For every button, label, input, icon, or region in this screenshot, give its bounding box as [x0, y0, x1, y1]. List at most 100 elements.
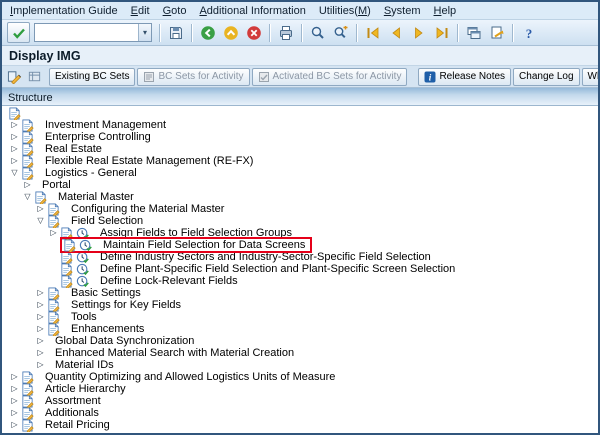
help-button[interactable]: ?: [518, 22, 539, 43]
tree-node-label[interactable]: Investment Management: [43, 119, 168, 131]
menu-help[interactable]: Help: [434, 5, 457, 17]
collapse-arrow-icon[interactable]: ▽: [34, 215, 47, 227]
expand-arrow-icon[interactable]: ▷: [34, 287, 47, 299]
tree-node-label[interactable]: Field Selection: [69, 215, 145, 227]
expand-arrow-icon[interactable]: ▷: [34, 299, 47, 311]
previous-page-button[interactable]: [385, 22, 406, 43]
tree-node[interactable]: Define Plant-Specific Field Selection an…: [2, 263, 598, 276]
expand-arrow-icon[interactable]: ▷: [8, 419, 21, 431]
tree-node-label[interactable]: Maintain Field Selection for Data Screen…: [101, 239, 307, 251]
tree-node[interactable]: ▷ Assortment: [2, 395, 598, 408]
tree-node-label[interactable]: Material IDs: [53, 359, 116, 371]
expand-arrow-icon[interactable]: ▷: [8, 155, 21, 167]
tree-node[interactable]: ▷ Global Data Synchronization: [2, 335, 598, 347]
next-page-button[interactable]: [408, 22, 429, 43]
tree-node[interactable]: ▷ Tools: [2, 311, 598, 324]
menu-utilities-m[interactable]: Utilities(M): [319, 5, 371, 17]
tree-node[interactable]: ▽ Field Selection: [2, 215, 598, 228]
document-icon[interactable]: [63, 239, 79, 252]
new-session-button[interactable]: [463, 22, 484, 43]
tree-node[interactable]: ▽ Logistics - General: [2, 167, 598, 180]
collapse-arrow-icon[interactable]: ▽: [21, 191, 34, 203]
create-shortcut-button[interactable]: [486, 22, 507, 43]
tree-root-row[interactable]: [2, 107, 598, 120]
expand-arrow-icon[interactable]: ▷: [34, 323, 47, 335]
tree-node[interactable]: ▷ Flexible Real Estate Management (RE-FX): [2, 155, 598, 168]
tree-node-label[interactable]: Logistics - General: [43, 167, 139, 179]
collapse-arrow-icon[interactable]: ▽: [8, 167, 21, 179]
tree-node[interactable]: ▷ Article Hierarchy: [2, 383, 598, 396]
tree-node-label[interactable]: Real Estate: [43, 143, 104, 155]
release-notes-button[interactable]: i Release Notes: [418, 67, 512, 86]
tree-node[interactable]: ▷ Enterprise Controlling: [2, 131, 598, 144]
document-pencil-icon[interactable]: [6, 68, 23, 85]
tree-node-label[interactable]: Define Plant-Specific Field Selection an…: [98, 263, 457, 275]
command-input[interactable]: [35, 25, 138, 40]
tree-node-label[interactable]: Assortment: [43, 395, 103, 407]
expand-arrow-icon[interactable]: ▷: [21, 179, 34, 191]
expand-arrow-icon[interactable]: ▷: [8, 119, 21, 131]
menu-system[interactable]: System: [384, 5, 421, 17]
back-button[interactable]: [197, 22, 218, 43]
where-else-used-button[interactable]: Where Else Used: [581, 67, 598, 86]
tree-node[interactable]: Define Lock-Relevant Fields: [2, 275, 598, 288]
expand-arrow-icon[interactable]: ▷: [34, 359, 47, 371]
tree-node[interactable]: ▷ Configuring the Material Master: [2, 203, 598, 216]
tree-node[interactable]: ▷ Basic Settings: [2, 287, 598, 300]
menu-implementation-guide[interactable]: Implementation Guide: [10, 5, 118, 17]
menu-edit[interactable]: Edit: [131, 5, 150, 17]
exit-button[interactable]: [220, 22, 241, 43]
document-icon[interactable]: [21, 419, 37, 432]
tree-node[interactable]: ▷ Investment Management: [2, 119, 598, 132]
find-next-button[interactable]: [330, 22, 351, 43]
menu-goto[interactable]: Goto: [163, 5, 187, 17]
tree-node[interactable]: Maintain Field Selection for Data Screen…: [2, 237, 598, 253]
tree-node[interactable]: ▷ Real Estate: [2, 143, 598, 156]
tree-node-label[interactable]: Global Data Synchronization: [53, 335, 196, 347]
tree-node[interactable]: ▽ Material Master: [2, 191, 598, 204]
tree-node-label[interactable]: Enterprise Controlling: [43, 131, 153, 143]
expand-arrow-icon[interactable]: ▷: [8, 371, 21, 383]
tree-node[interactable]: ▷ Quantity Optimizing and Allowed Logisti…: [2, 371, 598, 384]
tree-node[interactable]: ▷ Settings for Key Fields: [2, 299, 598, 312]
cancel-button[interactable]: [243, 22, 264, 43]
expand-arrow-icon[interactable]: ▷: [34, 203, 47, 215]
command-field[interactable]: ▾: [34, 23, 152, 42]
existing-bc-sets-button[interactable]: Existing BC Sets: [49, 67, 136, 86]
expand-arrow-icon[interactable]: ▷: [8, 131, 21, 143]
tree-node-label[interactable]: Configuring the Material Master: [69, 203, 226, 215]
enter-button[interactable]: [7, 22, 30, 43]
save-button[interactable]: [165, 22, 186, 43]
document-icon[interactable]: [47, 323, 63, 336]
print-button[interactable]: [275, 22, 296, 43]
tree-node-label[interactable]: Enhanced Material Search with Material C…: [53, 347, 296, 359]
first-page-button[interactable]: [362, 22, 383, 43]
expand-arrow-icon[interactable]: ▷: [8, 395, 21, 407]
tree-node-label[interactable]: Article Hierarchy: [43, 383, 128, 395]
command-field-dropdown-icon[interactable]: ▾: [138, 24, 151, 41]
tree-node-label[interactable]: Flexible Real Estate Management (RE-FX): [43, 155, 255, 167]
tree-node[interactable]: ▷ Retail Pricing: [2, 419, 598, 432]
tree-node-label[interactable]: Quantity Optimizing and Allowed Logistic…: [43, 371, 337, 383]
tree-node-label[interactable]: Additionals: [43, 407, 101, 419]
img-activity-icon[interactable]: [79, 239, 95, 252]
tree-node-label[interactable]: Basic Settings: [69, 287, 143, 299]
expand-arrow-icon[interactable]: ▷: [8, 383, 21, 395]
expand-arrow-icon[interactable]: ▷: [34, 311, 47, 323]
tree-node-label[interactable]: Tools: [69, 311, 99, 323]
tree-node-label[interactable]: Portal: [40, 179, 73, 191]
tree-node[interactable]: ▷ Portal: [2, 179, 598, 191]
tree-node-label[interactable]: Settings for Key Fields: [69, 299, 183, 311]
tree-node[interactable]: ▷ Enhancements: [2, 323, 598, 336]
tree-node-label[interactable]: Enhancements: [69, 323, 146, 335]
expand-arrow-icon[interactable]: ▷: [8, 143, 21, 155]
expand-arrow-icon[interactable]: ▷: [34, 335, 47, 347]
change-log-button[interactable]: Change Log: [513, 67, 580, 86]
tree-node[interactable]: ▷ Enhanced Material Search with Material …: [2, 347, 598, 359]
expand-arrow-icon[interactable]: ▷: [34, 347, 47, 359]
expand-arrow-icon[interactable]: ▷: [8, 407, 21, 419]
grid-icon[interactable]: [26, 68, 43, 85]
expand-arrow-icon[interactable]: ▷: [47, 227, 60, 239]
tree-node-label[interactable]: Retail Pricing: [43, 419, 112, 431]
menu-additional-information[interactable]: Additional Information: [199, 5, 305, 17]
